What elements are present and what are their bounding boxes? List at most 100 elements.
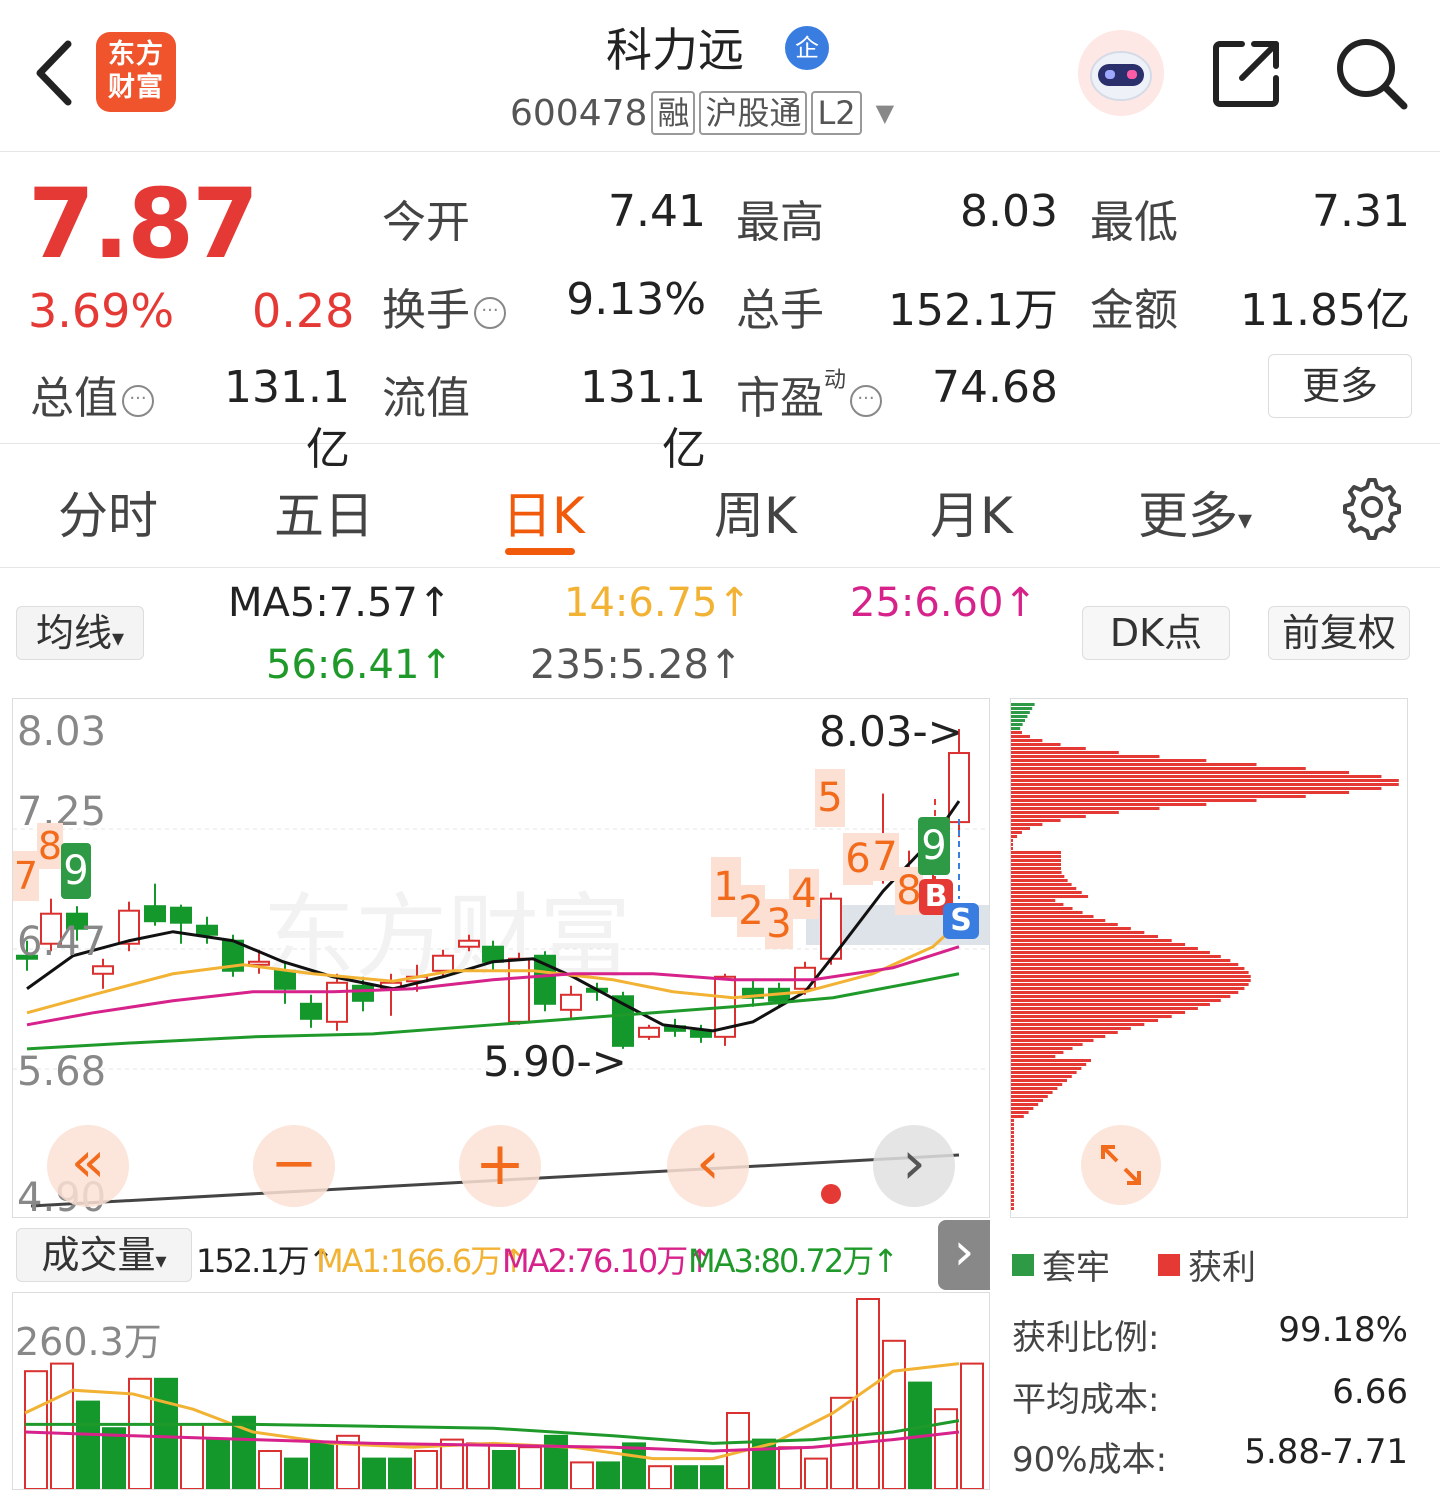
chip-bar <box>1011 927 1131 930</box>
chip-bar <box>1011 1127 1014 1130</box>
ma25-value: 25:6.60↑ <box>850 580 1037 626</box>
chip-bar <box>1011 835 1018 838</box>
chip-bar <box>1011 987 1245 990</box>
caret-down-icon: ▾ <box>155 1249 167 1274</box>
chip-bar <box>1011 875 1065 878</box>
chip-bar <box>1011 727 1021 730</box>
tab-daily-k[interactable]: 日K <box>502 476 585 548</box>
back-arrow-icon[interactable] <box>30 38 78 108</box>
expand-button[interactable] <box>1081 1125 1161 1205</box>
td-signal: 9 <box>918 817 950 875</box>
ma14-value: 14:6.75↑ <box>564 580 751 626</box>
share-icon[interactable] <box>1212 38 1282 108</box>
chip-bar <box>1011 795 1306 798</box>
chip-bar <box>1011 1119 1014 1122</box>
chevron-down-icon[interactable]: ▼ <box>876 99 894 127</box>
chip-bar <box>1011 983 1249 986</box>
tab-five-day[interactable]: 五日 <box>274 476 374 548</box>
chip-bar <box>1011 955 1221 958</box>
chip-bar <box>1011 939 1172 942</box>
legend-swatch-green <box>1012 1253 1034 1276</box>
zoom-out-button[interactable]: − <box>253 1125 335 1207</box>
chip-bar <box>1011 1007 1198 1010</box>
sell-signal-badge[interactable]: S <box>943 903 979 939</box>
chip-bar <box>1011 719 1025 722</box>
rewind-button[interactable]: « <box>47 1125 129 1207</box>
volume-y-label: 260.3万 <box>15 1320 162 1364</box>
candle-body <box>196 924 218 936</box>
chip-bar <box>1011 943 1186 946</box>
tab-weekly-k[interactable]: 周K <box>714 476 797 548</box>
chip-bar <box>1011 743 1061 746</box>
chip-bar <box>1011 1143 1014 1146</box>
prev-button[interactable]: ‹ <box>667 1125 749 1207</box>
chip-bar <box>1011 1095 1048 1098</box>
chip-bar <box>1011 1063 1087 1066</box>
volume-bar <box>648 1465 672 1490</box>
chip-bar <box>1011 831 1022 834</box>
avg-cost-value: 6.66 <box>1332 1372 1408 1412</box>
tab-monthly-k[interactable]: 月K <box>930 476 1013 548</box>
pe-label[interactable]: 市盈动··· <box>736 362 883 426</box>
indicator-selector-label: 成交量 <box>41 1233 156 1277</box>
tab-intraday[interactable]: 分时 <box>58 476 158 548</box>
turnover-label[interactable]: 换手 ··· <box>382 274 506 338</box>
candle-body <box>794 966 816 990</box>
logo-text: 财富 <box>108 72 164 103</box>
total-mv-label[interactable]: 总值 ··· <box>30 362 154 426</box>
volume-chart[interactable]: 260.3万 <box>12 1292 990 1491</box>
chip-bar <box>1011 763 1257 766</box>
enterprise-badge-icon[interactable]: 企 <box>785 26 829 70</box>
next-button[interactable]: › <box>873 1125 955 1207</box>
chip-bar <box>1011 771 1350 774</box>
ma-selector[interactable]: 均线▾ <box>16 606 144 660</box>
chip-bar <box>1011 1055 1056 1058</box>
robot-assistant-icon[interactable] <box>1078 30 1164 116</box>
td-signal: 9 <box>61 843 91 899</box>
volume-bar <box>804 1457 828 1491</box>
chip-bar <box>1011 903 1064 906</box>
quote-more-button[interactable]: 更多 <box>1268 354 1412 418</box>
expand-indicator-button[interactable]: › <box>938 1220 990 1290</box>
chip-bar <box>1011 959 1231 962</box>
amount-label: 金额 <box>1090 285 1178 336</box>
gear-icon[interactable] <box>1336 474 1402 540</box>
candle-body <box>326 981 348 1023</box>
volume-bar <box>778 1446 802 1490</box>
chip-bar <box>1011 775 1382 778</box>
chip-svg <box>1011 703 1399 1210</box>
zoom-in-button[interactable]: + <box>459 1125 541 1207</box>
chip-bar <box>1011 1047 1073 1050</box>
adjust-button[interactable]: 前复权 <box>1268 606 1410 660</box>
kline-chart[interactable]: 东方财富 8.03 7.25 6.47 5.68 4.90 8.03-> 5.9… <box>12 698 990 1221</box>
tab-more[interactable]: 更多▾ <box>1138 476 1252 548</box>
info-icon[interactable]: ··· <box>474 297 506 329</box>
info-icon[interactable]: ··· <box>850 385 883 417</box>
avg-cost-label: 平均成本: <box>1012 1380 1160 1420</box>
volume-ma3: MA3:80.72万↑ <box>688 1242 899 1280</box>
search-icon[interactable] <box>1334 36 1408 110</box>
info-icon[interactable]: ··· <box>122 385 154 417</box>
chip-bar <box>1011 1015 1172 1018</box>
chip-bar <box>1011 839 1013 842</box>
ma5-value: MA5:7.57↑ <box>228 580 452 626</box>
volume-bar <box>180 1423 204 1490</box>
chip-bar <box>1011 935 1159 938</box>
chip-bar <box>1011 855 1061 858</box>
indicator-selector[interactable]: 成交量▾ <box>16 1228 192 1282</box>
legend-profit-label: 获利 <box>1188 1248 1256 1288</box>
stock-code-row[interactable]: 600478 融 沪股通 L2 ▼ <box>510 90 894 136</box>
chip-bar <box>1011 1031 1118 1034</box>
chip-bar <box>1011 1003 1210 1006</box>
y-label: 8.03 <box>17 709 107 755</box>
chip-distribution-chart[interactable] <box>1010 698 1408 1218</box>
volume-bar <box>596 1461 620 1490</box>
chip-bar <box>1011 783 1399 786</box>
dk-point-button[interactable]: DK点 <box>1082 606 1230 660</box>
chip-bar <box>1011 1039 1094 1042</box>
candle-body <box>560 993 582 1011</box>
low-label: 最低 <box>1090 197 1178 248</box>
chip-bar <box>1011 871 1062 874</box>
chip-bar <box>1011 847 1013 850</box>
chip-bar <box>1011 887 1077 890</box>
